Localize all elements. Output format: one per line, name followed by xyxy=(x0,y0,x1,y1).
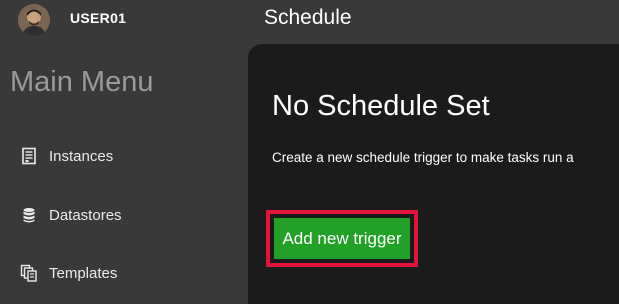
sidebar: Main Menu Instances Datastores Templates xyxy=(0,44,248,295)
top-bar: USER01 Schedule xyxy=(0,0,619,44)
avatar-image xyxy=(18,4,50,36)
user-avatar[interactable] xyxy=(18,4,50,36)
templates-icon xyxy=(20,264,38,282)
button-highlight-box: Add new trigger xyxy=(266,210,418,267)
sidebar-item-datastores[interactable]: Datastores xyxy=(20,203,122,227)
main-menu-heading: Main Menu xyxy=(10,66,154,98)
database-icon xyxy=(20,206,38,224)
add-trigger-button[interactable]: Add new trigger xyxy=(274,218,410,259)
empty-state-title: No Schedule Set xyxy=(272,90,490,122)
instances-icon xyxy=(20,147,38,165)
sidebar-item-templates[interactable]: Templates xyxy=(20,261,117,285)
sidebar-item-instances[interactable]: Instances xyxy=(20,144,113,168)
sidebar-item-label: Instances xyxy=(49,147,114,165)
main-content: No Schedule Set Create a new schedule tr… xyxy=(248,44,619,304)
sidebar-item-label: Datastores xyxy=(49,206,122,224)
username: USER01 xyxy=(70,10,127,26)
empty-state-description: Create a new schedule trigger to make ta… xyxy=(272,150,574,165)
sidebar-item-label: Templates xyxy=(49,264,118,282)
page-title: Schedule xyxy=(264,6,352,29)
